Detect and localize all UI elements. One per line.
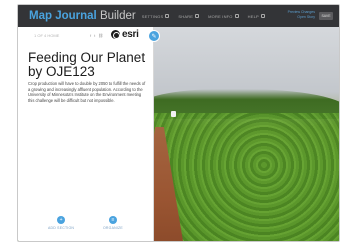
app-title: Map Journal Builder <box>29 10 136 22</box>
link-icon[interactable]: ⛓ <box>98 33 103 38</box>
panel-header: 1 OF 4 HOME f t ⛓ esri <box>18 27 153 43</box>
esri-globe-icon <box>111 30 120 39</box>
esri-logo-text: esri <box>122 29 139 40</box>
twitter-icon[interactable]: t <box>94 33 95 38</box>
side-panel: 1 OF 4 HOME f t ⛓ esri Feeding Our Plane… <box>18 27 154 241</box>
share-label: SHARE <box>178 13 194 19</box>
more-info-button[interactable]: MORE INFO <box>208 13 239 19</box>
topbar-right-links: Preview Changes Open Story <box>288 10 315 20</box>
save-button[interactable]: SAVE <box>319 12 333 20</box>
share-button[interactable]: SHARE <box>178 13 200 19</box>
facebook-icon[interactable]: f <box>90 33 91 38</box>
add-section-label: ADD SECTION <box>48 226 75 230</box>
organize-label: ORGANIZE <box>103 226 123 230</box>
share-icons: f t ⛓ <box>90 33 103 38</box>
story-body: Crop production will have to double by 2… <box>28 81 146 103</box>
app-title-secondary: Builder <box>99 10 136 22</box>
plus-icon: + <box>57 216 66 224</box>
help-icon <box>260 14 265 18</box>
settings-button[interactable]: SETTINGS <box>142 14 170 19</box>
app-title-primary: Map Journal <box>29 10 97 22</box>
add-section-button[interactable]: + ADD SECTION <box>48 216 74 230</box>
more-info-label: MORE INFO <box>208 13 233 19</box>
edit-pencil-icon[interactable]: ✎ <box>148 30 160 42</box>
builder-topbar: Map Journal Builder SETTINGS SHARE MORE … <box>18 5 339 27</box>
organize-button[interactable]: ≡ ORGANIZE <box>103 216 123 230</box>
help-label: HELP <box>247 13 259 19</box>
section-tag: 1 OF 4 HOME <box>34 33 60 38</box>
info-icon <box>234 14 239 18</box>
settings-label: SETTINGS <box>141 13 164 19</box>
open-story-link[interactable]: Open Story <box>288 15 315 20</box>
pencil-icon <box>165 14 170 18</box>
story-title: Feeding Our Planet by OJE123 <box>28 50 146 79</box>
esri-logo[interactable]: esri <box>111 29 139 40</box>
builder-toolbar: SETTINGS SHARE MORE INFO HELP <box>142 14 265 19</box>
panel-footer: + ADD SECTION ≡ ORGANIZE <box>18 216 153 236</box>
organize-icon: ≡ <box>108 216 117 224</box>
help-button[interactable]: HELP <box>248 14 265 19</box>
share-icon <box>195 14 200 18</box>
home-icon[interactable]: ⌂ <box>40 130 46 136</box>
builder-window: Map Journal Builder SETTINGS SHARE MORE … <box>17 4 340 242</box>
map-field-sign <box>171 111 176 117</box>
